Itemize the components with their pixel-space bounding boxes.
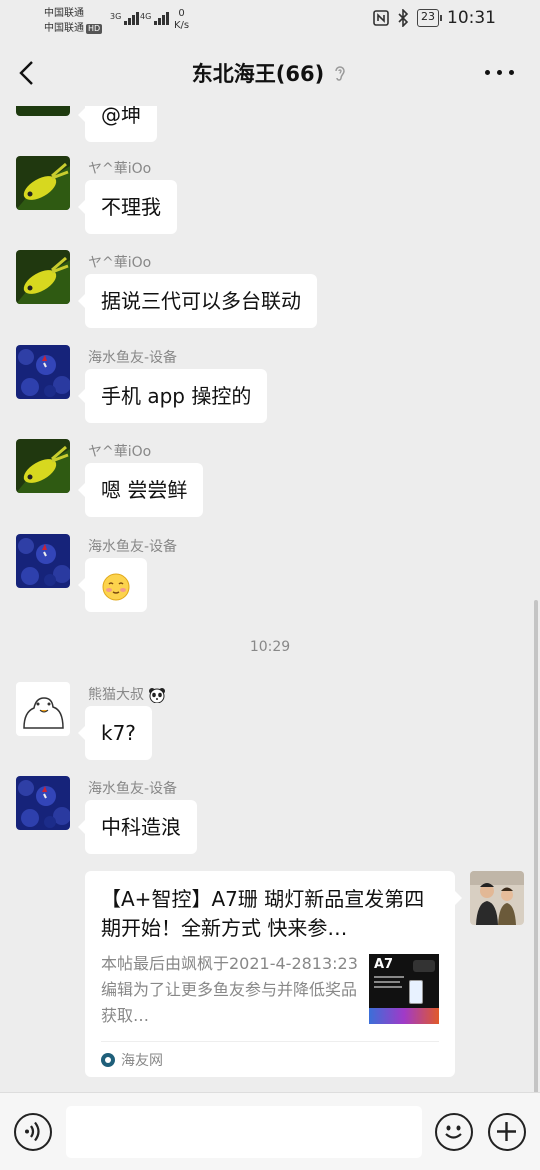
avatar[interactable] <box>16 156 70 210</box>
carrier-1: 中国联通 <box>44 8 84 19</box>
my-avatar[interactable] <box>470 871 524 925</box>
message-input[interactable] <box>66 1106 422 1158</box>
chat-header: 东北海王(66) <box>0 40 540 106</box>
smiley-icon[interactable] <box>435 1113 473 1151</box>
blush-emoji-icon <box>102 573 130 600</box>
avatar[interactable] <box>16 250 70 304</box>
message-bubble[interactable]: 不理我 <box>78 180 177 234</box>
avatar[interactable] <box>16 776 70 830</box>
chat-title: 东北海王(66) <box>191 62 325 86</box>
sender-name: 海水鱼友-设备 <box>88 350 178 366</box>
message-bubble[interactable]: 据说三代可以多台联动 <box>78 274 317 328</box>
voice-icon[interactable] <box>14 1113 52 1151</box>
message-bubble[interactable]: 嗯 尝尝鲜 <box>77 463 204 517</box>
sender-name: 熊猫大叔 <box>88 687 144 703</box>
card-title: 【A+智控】A7珊 瑚灯新品宣发第四期开始！全新方式 快来参… <box>101 887 425 940</box>
chat-message-list[interactable]: @坤 ヤ^華iOo 不理我 ヤ^華iOo 据说三代可以多台联动 海水鱼友-设备 … <box>0 106 540 1092</box>
message-bubble[interactable] <box>78 558 147 612</box>
message-bubble[interactable]: k7? <box>78 706 152 760</box>
card-source-name: 海友网 <box>121 1052 163 1069</box>
status-icons: 23 10:31 <box>373 8 496 28</box>
message-timestamp: 10:29 <box>249 639 291 655</box>
avatar[interactable] <box>16 106 70 116</box>
chat-scrollbar[interactable] <box>534 600 538 1095</box>
shared-link-card[interactable]: 【A+智控】A7珊 瑚灯新品宣发第四期开始！全新方式 快来参… 本帖最后由飒枫于… <box>85 871 462 1077</box>
bluetooth-icon <box>398 9 409 27</box>
card-source: 海友网 <box>101 1041 439 1077</box>
sender-name: ヤ^華iOo <box>88 255 152 271</box>
card-thumbnail: A7 <box>369 954 439 1024</box>
carrier-info: 中国联通 中国联通 HD <box>44 6 103 36</box>
source-logo-icon <box>101 1052 115 1067</box>
signal-3g-icon: 3G <box>110 12 140 25</box>
carrier-2: 中国联通 <box>44 23 84 34</box>
sender-name: 海水鱼友-设备 <box>88 539 178 555</box>
avatar[interactable] <box>16 534 70 588</box>
nfc-icon <box>373 10 389 26</box>
plus-icon[interactable] <box>488 1113 526 1151</box>
avatar[interactable] <box>16 345 70 399</box>
hd-badge: HD <box>86 24 103 34</box>
message-bubble[interactable]: 手机 app 操控的 <box>77 369 268 423</box>
panda-emoji-icon <box>149 688 166 704</box>
battery-indicator: 23 <box>417 9 442 27</box>
status-bar: 中国联通 中国联通 HD 3G 4G 0 K/s 23 10:31 <box>0 0 540 40</box>
message-bubble[interactable]: @坤 <box>78 106 157 142</box>
signal-4g-icon: 4G <box>140 12 170 25</box>
avatar[interactable] <box>16 439 70 493</box>
sender-name: ヤ^華iOo <box>88 444 152 460</box>
sender-name-wrap: 熊猫大叔 <box>88 684 166 704</box>
message-bubble[interactable]: 中科造浪 <box>78 800 197 854</box>
avatar[interactable] <box>16 682 70 736</box>
sender-name: ヤ^華iOo <box>88 161 152 177</box>
ear-icon <box>335 66 345 81</box>
status-time: 10:31 <box>447 8 496 28</box>
message-input-bar <box>0 1092 540 1170</box>
network-speed: 0 K/s <box>174 8 190 31</box>
more-icon[interactable] <box>485 70 514 75</box>
card-thumb-label: A7 <box>374 957 394 972</box>
chat-title-wrap: 东北海王(66) <box>0 58 540 88</box>
card-description: 本帖最后由飒枫于2021-4-2813:23编辑为了让更多鱼友参与并降低奖品获取… <box>101 954 358 1025</box>
sender-name: 海水鱼友-设备 <box>88 781 178 797</box>
